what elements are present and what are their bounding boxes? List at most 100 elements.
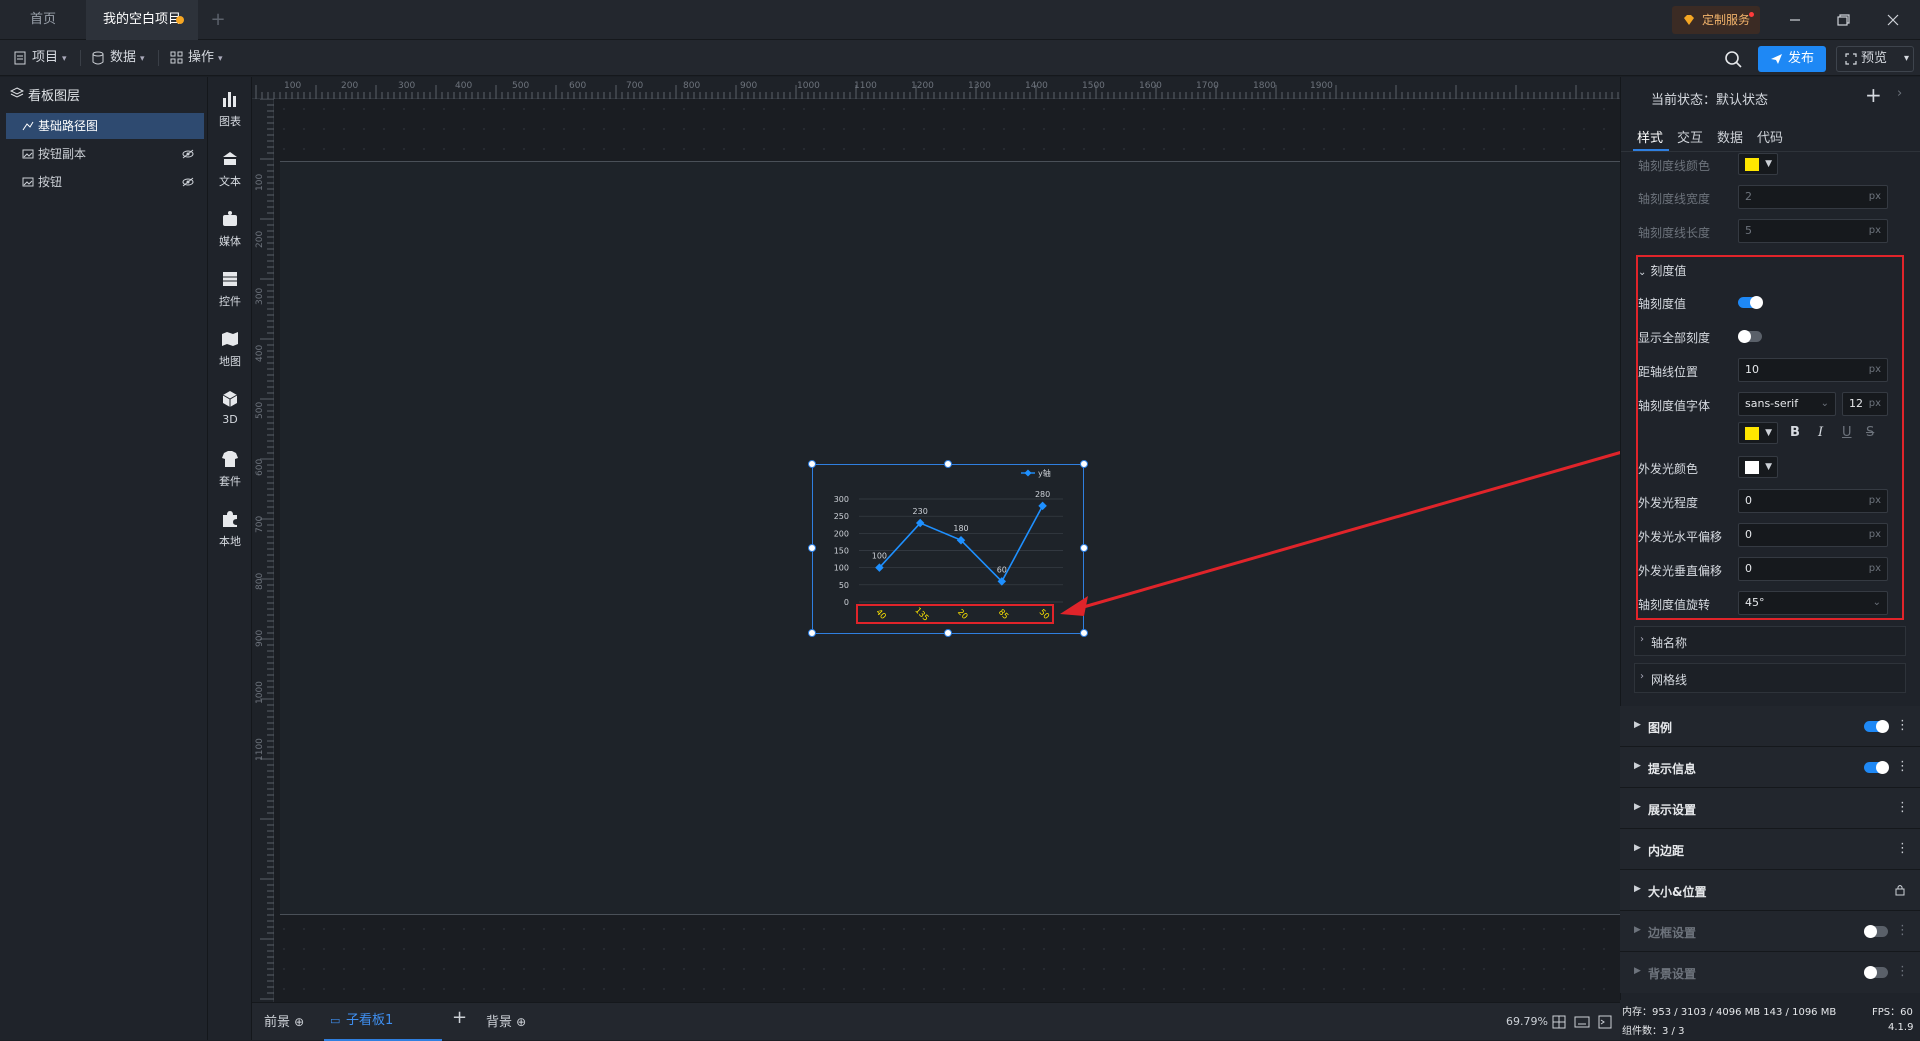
menu-project[interactable]: 项目 ▾ bbox=[8, 46, 67, 70]
terminal-icon[interactable] bbox=[1598, 1015, 1612, 1029]
component-label: 地图 bbox=[219, 355, 241, 368]
add-state-button[interactable]: + bbox=[1865, 83, 1882, 107]
eye-hidden-icon[interactable] bbox=[182, 149, 194, 159]
divider bbox=[158, 50, 159, 66]
resize-handle[interactable] bbox=[808, 544, 816, 552]
group-border[interactable]: ▶ 边框设置 ⋮ bbox=[1620, 911, 1920, 952]
resize-handle[interactable] bbox=[944, 460, 952, 468]
add-board-button[interactable]: + bbox=[452, 1007, 467, 1028]
component-media[interactable]: 媒体 bbox=[208, 201, 252, 255]
component-label: 套件 bbox=[219, 475, 241, 488]
bold-icon[interactable]: B bbox=[1790, 425, 1800, 440]
offset-input[interactable]: 10 px bbox=[1738, 358, 1888, 382]
component-kit[interactable]: 套件 bbox=[208, 441, 252, 495]
font-size-input[interactable]: 12 px bbox=[1842, 392, 1888, 416]
component-local[interactable]: 本地 bbox=[208, 501, 252, 555]
resize-handle[interactable] bbox=[944, 629, 952, 637]
ruler-tick-label: 1000 bbox=[255, 681, 265, 704]
chevron-right-icon[interactable]: › bbox=[1897, 86, 1902, 101]
more-icon[interactable]: ⋮ bbox=[1896, 841, 1909, 856]
layer-item-button-copy[interactable]: 按钮副本 bbox=[6, 141, 204, 167]
tooltip-toggle[interactable] bbox=[1864, 761, 1889, 774]
tab-style[interactable]: 样式 bbox=[1637, 127, 1663, 146]
underline-icon[interactable]: U bbox=[1842, 425, 1852, 440]
restore-icon[interactable] bbox=[1830, 8, 1856, 32]
tab-foreground[interactable]: 前景 ⊕ bbox=[264, 1011, 304, 1030]
group-title: 展示设置 bbox=[1648, 803, 1697, 817]
more-icon[interactable]: ⋮ bbox=[1896, 923, 1909, 938]
group-padding[interactable]: ▶ 内边距 ⋮ bbox=[1620, 829, 1920, 870]
font-color-picker[interactable]: ▼ bbox=[1738, 422, 1778, 444]
legend-toggle[interactable] bbox=[1864, 720, 1889, 733]
close-icon[interactable] bbox=[1880, 8, 1906, 32]
tab-data[interactable]: 数据 bbox=[1717, 127, 1743, 146]
group-tooltip[interactable]: ▶ 提示信息 ⋮ bbox=[1620, 747, 1920, 788]
section-grid-lines[interactable]: › 网格线 bbox=[1634, 663, 1906, 693]
grid-icon bbox=[170, 51, 183, 64]
layer-item-path-chart[interactable]: 基础路径图 bbox=[6, 113, 204, 139]
component-chart[interactable]: 图表 bbox=[208, 81, 252, 135]
tab-home[interactable]: 首页 bbox=[0, 0, 86, 40]
caret-right-icon: ▶ bbox=[1634, 843, 1641, 853]
chevron-down-icon: ⌄ bbox=[1872, 597, 1881, 608]
color-picker[interactable]: ▼ bbox=[1738, 153, 1778, 175]
data-label: 280 bbox=[1035, 490, 1050, 499]
glow-level-input[interactable]: 0 px bbox=[1738, 489, 1888, 513]
publish-button[interactable]: 发布 bbox=[1758, 46, 1826, 72]
section-tick-values[interactable]: ⌄ 刻度值 bbox=[1638, 262, 1686, 279]
keyboard-icon[interactable] bbox=[1574, 1016, 1590, 1028]
add-tab-button[interactable]: + bbox=[206, 0, 230, 40]
glow-color-picker[interactable]: ▼ bbox=[1738, 456, 1778, 478]
component-label: 控件 bbox=[219, 295, 241, 308]
tick-length-input[interactable]: 5 px bbox=[1738, 219, 1888, 243]
more-icon[interactable]: ⋮ bbox=[1896, 759, 1909, 774]
row-label: 外发光垂直偏移 bbox=[1638, 564, 1723, 578]
menu-ops[interactable]: 操作 ▾ bbox=[164, 46, 223, 70]
component-map[interactable]: 地图 bbox=[208, 321, 252, 375]
tab-interaction[interactable]: 交互 bbox=[1677, 127, 1703, 146]
search-icon[interactable] bbox=[1722, 48, 1744, 70]
italic-icon[interactable]: I bbox=[1818, 425, 1823, 440]
component-text[interactable]: 文本 bbox=[208, 141, 252, 195]
rotate-select[interactable]: 45° ⌄ bbox=[1738, 591, 1888, 615]
group-background[interactable]: ▶ 背景设置 ⋮ bbox=[1620, 952, 1920, 993]
strikethrough-icon[interactable]: S bbox=[1866, 425, 1874, 440]
add-circle-icon[interactable]: ⊕ bbox=[516, 1015, 526, 1029]
group-legend[interactable]: ▶ 图例 ⋮ bbox=[1620, 706, 1920, 747]
resize-handle[interactable] bbox=[808, 629, 816, 637]
show-all-toggle[interactable] bbox=[1738, 330, 1762, 343]
minimize-icon[interactable] bbox=[1782, 8, 1808, 32]
preview-button[interactable]: 预览 ▾ bbox=[1836, 46, 1914, 72]
more-icon[interactable]: ⋮ bbox=[1896, 800, 1909, 815]
resize-handle[interactable] bbox=[1080, 629, 1088, 637]
tick-width-input[interactable]: 2 px bbox=[1738, 185, 1888, 209]
eye-hidden-icon[interactable] bbox=[182, 177, 194, 187]
glow-x-input[interactable]: 0 px bbox=[1738, 523, 1888, 547]
tab-project[interactable]: 我的空白项目 bbox=[86, 0, 198, 40]
group-display[interactable]: ▶ 展示设置 ⋮ bbox=[1620, 788, 1920, 829]
tab-code[interactable]: 代码 bbox=[1757, 127, 1783, 146]
section-axis-name[interactable]: › 轴名称 bbox=[1634, 626, 1906, 656]
add-circle-icon[interactable]: ⊕ bbox=[294, 1015, 304, 1029]
more-icon[interactable]: ⋮ bbox=[1896, 718, 1909, 733]
custom-service-button[interactable]: 定制服务 bbox=[1672, 6, 1760, 34]
show-ticks-toggle[interactable] bbox=[1738, 296, 1763, 309]
border-toggle[interactable] bbox=[1864, 925, 1888, 938]
tab-background[interactable]: 背景 ⊕ bbox=[486, 1011, 526, 1030]
component-3d[interactable]: 3D bbox=[208, 381, 252, 435]
resize-handle[interactable] bbox=[808, 460, 816, 468]
font-family-select[interactable]: sans-serif ⌄ bbox=[1738, 392, 1836, 416]
layer-item-button[interactable]: 按钮 bbox=[6, 169, 204, 195]
tab-background-label: 背景 bbox=[486, 1015, 513, 1030]
section-title: 刻度值 bbox=[1650, 264, 1687, 278]
background-toggle[interactable] bbox=[1864, 966, 1888, 979]
component-widget[interactable]: 控件 bbox=[208, 261, 252, 315]
more-icon[interactable]: ⋮ bbox=[1896, 964, 1909, 979]
lock-icon[interactable] bbox=[1894, 883, 1906, 896]
menu-data[interactable]: 数据 ▾ bbox=[86, 46, 145, 70]
group-size-position[interactable]: ▶ 大小&位置 bbox=[1620, 870, 1920, 911]
group-title: 背景设置 bbox=[1648, 967, 1697, 981]
fit-screen-icon[interactable] bbox=[1552, 1015, 1566, 1029]
tab-subboard[interactable]: ▭ 子看板1 bbox=[324, 1003, 442, 1041]
glow-y-input[interactable]: 0 px bbox=[1738, 557, 1888, 581]
